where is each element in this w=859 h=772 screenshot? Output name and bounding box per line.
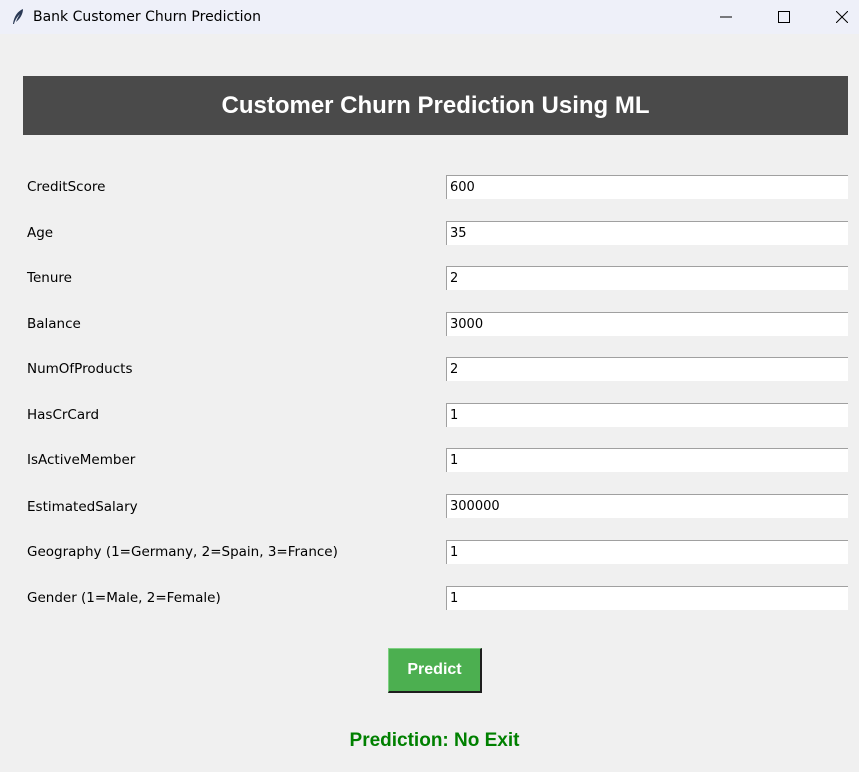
balance-label: Balance: [27, 316, 81, 332]
is-active-member-input[interactable]: [446, 448, 848, 472]
title-bar[interactable]: Bank Customer Churn Prediction: [0, 0, 859, 34]
has-cr-card-input[interactable]: [446, 403, 848, 427]
age-input[interactable]: [446, 221, 848, 245]
predict-button[interactable]: Predict: [388, 648, 482, 693]
app-window: Bank Customer Churn Prediction Customer …: [0, 0, 859, 772]
has-cr-card-label: HasCrCard: [27, 407, 100, 423]
estimated-salary-input[interactable]: [446, 494, 848, 518]
credit-score-label: CreditScore: [27, 179, 106, 195]
num-of-products-input[interactable]: [446, 357, 848, 381]
page-title: Customer Churn Prediction Using ML: [23, 76, 848, 135]
tenure-label: Tenure: [27, 270, 72, 286]
is-active-member-label: IsActiveMember: [27, 452, 136, 468]
estimated-salary-label: EstimatedSalary: [27, 499, 138, 515]
gender-input[interactable]: [446, 586, 848, 610]
maximize-icon: [778, 11, 790, 23]
maximize-button[interactable]: [761, 0, 807, 34]
tenure-input[interactable]: [446, 266, 848, 290]
close-icon: [836, 11, 848, 23]
balance-input[interactable]: [446, 312, 848, 336]
minimize-button[interactable]: [703, 0, 749, 34]
geography-input[interactable]: [446, 540, 848, 564]
credit-score-input[interactable]: [446, 175, 848, 199]
num-of-products-label: NumOfProducts: [27, 361, 133, 377]
close-button[interactable]: [819, 0, 859, 34]
prediction-result: Prediction: No Exit: [349, 730, 520, 751]
minimize-icon: [720, 16, 732, 18]
geography-label: Geography (1=Germany, 2=Spain, 3=France): [27, 544, 338, 560]
gender-label: Gender (1=Male, 2=Female): [27, 590, 221, 606]
age-label: Age: [27, 225, 54, 241]
feather-icon: [10, 8, 26, 26]
window-title: Bank Customer Churn Prediction: [33, 9, 261, 25]
